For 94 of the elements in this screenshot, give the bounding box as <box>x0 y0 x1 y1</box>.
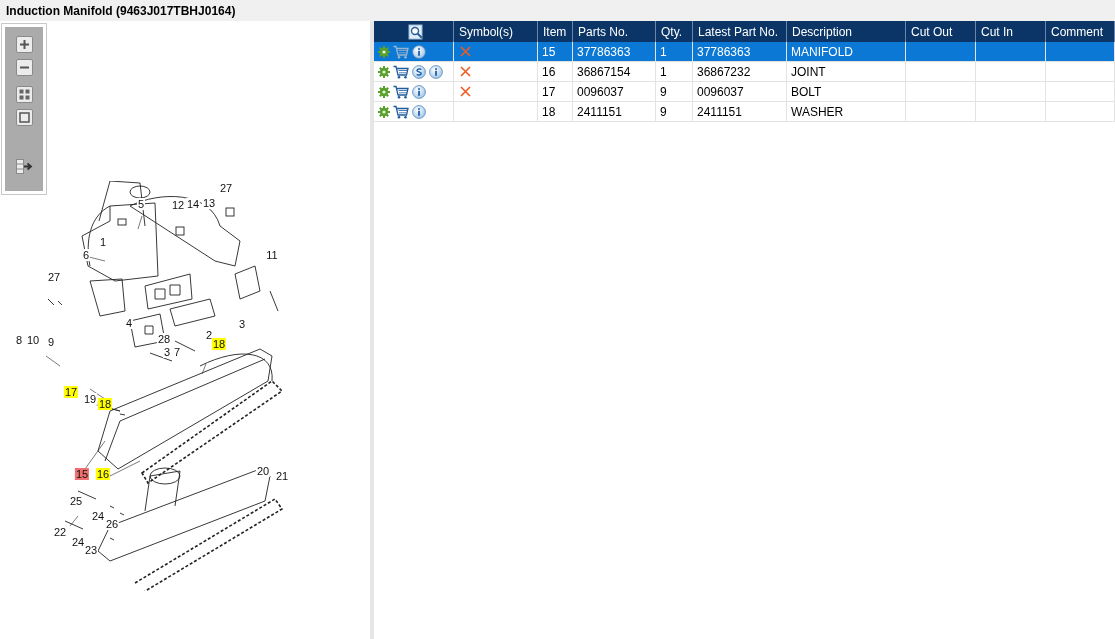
table-cell: JOINT <box>787 62 906 82</box>
callout-number[interactable]: 13 <box>201 197 217 209</box>
column-header[interactable]: Qty. <box>656 21 693 42</box>
callout-number[interactable]: 27 <box>46 271 62 283</box>
info-icon[interactable] <box>412 44 426 59</box>
zoom-out-icon[interactable] <box>15 59 33 76</box>
table-cell <box>906 42 976 62</box>
callout-number[interactable]: 22 <box>52 526 68 538</box>
callout-number[interactable]: 12 <box>170 199 186 211</box>
table-cell: 2411151 <box>573 102 656 122</box>
column-header[interactable]: Parts No. <box>573 21 656 42</box>
table-cell <box>976 102 1046 122</box>
column-header[interactable]: Comment <box>1046 21 1115 42</box>
table-cell: 0096037 <box>573 82 656 102</box>
table-cell <box>976 42 1046 62</box>
callout-number[interactable]: 18 <box>211 338 227 350</box>
zoom-in-icon[interactable] <box>15 36 33 53</box>
document-search-icon[interactable] <box>408 23 424 40</box>
supersession-icon[interactable] <box>412 64 426 79</box>
table-cell: 0096037 <box>693 82 787 102</box>
cart-icon[interactable] <box>393 104 409 119</box>
callout-number[interactable]: 9 <box>46 336 56 348</box>
column-header[interactable]: Latest Part No. <box>693 21 787 42</box>
table-cell: 18 <box>538 102 573 122</box>
callout-number[interactable]: 5 <box>136 198 146 210</box>
callout-number[interactable]: 19 <box>82 393 98 405</box>
table-cell: 36867154 <box>573 62 656 82</box>
gear-icon[interactable] <box>378 105 390 118</box>
actual-size-icon[interactable] <box>15 109 33 126</box>
gear-icon[interactable] <box>378 65 390 78</box>
callout-number[interactable]: 16 <box>95 468 111 480</box>
callout-number[interactable]: 2 <box>204 329 214 341</box>
table-cell <box>906 82 976 102</box>
cross-icon <box>460 66 471 77</box>
table-cell: 1 <box>656 62 693 82</box>
callout-number[interactable]: 28 <box>156 333 172 345</box>
cart-icon[interactable] <box>393 64 409 79</box>
info-icon[interactable] <box>429 64 443 79</box>
callout-number[interactable]: 3 <box>162 346 172 358</box>
table-cell: 15 <box>538 42 573 62</box>
export-icon[interactable] <box>15 158 33 175</box>
table-cell <box>1046 82 1115 102</box>
callout-number[interactable]: 26 <box>104 518 120 530</box>
gear-icon[interactable] <box>378 85 390 98</box>
table-cell: 2411151 <box>693 102 787 122</box>
table-cell <box>1046 42 1115 62</box>
table-cell: 9 <box>656 102 693 122</box>
cart-icon[interactable] <box>393 84 409 99</box>
info-icon[interactable] <box>412 104 426 119</box>
callout-number[interactable]: 25 <box>68 495 84 507</box>
table-cell <box>906 62 976 82</box>
callout-number[interactable]: 23 <box>83 544 99 556</box>
table-cell <box>1046 62 1115 82</box>
cross-icon <box>460 86 471 97</box>
table-cell: 37786363 <box>573 42 656 62</box>
column-header[interactable]: Description <box>787 21 906 42</box>
callout-number[interactable]: 11 <box>265 249 279 261</box>
info-icon[interactable] <box>412 84 426 99</box>
fit-view-icon[interactable] <box>15 86 33 103</box>
callout-number[interactable]: 4 <box>124 317 134 329</box>
callout-number[interactable]: 21 <box>274 470 290 482</box>
callout-number[interactable]: 20 <box>255 465 271 477</box>
callout-number[interactable]: 24 <box>90 510 106 522</box>
table-cell <box>976 82 1046 102</box>
callout-number[interactable]: 14 <box>185 198 201 210</box>
callout-number[interactable]: 18 <box>97 398 113 410</box>
column-header[interactable]: Cut Out <box>906 21 976 42</box>
column-header[interactable]: Cut In <box>976 21 1046 42</box>
table-cell: WASHER <box>787 102 906 122</box>
table-cell: BOLT <box>787 82 906 102</box>
table-cell <box>906 102 976 122</box>
callout-number[interactable]: 6 <box>81 249 91 261</box>
callout-number[interactable]: 1 <box>98 236 108 248</box>
table-cell: MANIFOLD <box>787 42 906 62</box>
callout-number[interactable]: 17 <box>63 386 79 398</box>
callout-number[interactable]: 24 <box>70 536 86 548</box>
callout-number[interactable]: 8 <box>14 334 24 346</box>
table-cell: 1 <box>656 42 693 62</box>
callout-number[interactable]: 3 <box>237 318 247 330</box>
callout-number[interactable]: 10 <box>25 334 41 346</box>
callout-number[interactable]: 15 <box>74 468 90 480</box>
table-cell: 36867232 <box>693 62 787 82</box>
table-cell: 17 <box>538 82 573 102</box>
gear-icon[interactable] <box>378 45 390 58</box>
column-header[interactable]: Symbol(s) <box>454 21 538 42</box>
table-cell: 16 <box>538 62 573 82</box>
callout-number[interactable]: 7 <box>172 346 182 358</box>
column-header[interactable]: Item <box>538 21 573 42</box>
cross-icon <box>460 46 471 57</box>
table-cell: 37786363 <box>693 42 787 62</box>
table-cell: 9 <box>656 82 693 102</box>
window-title: Induction Manifold (9463J017TBHJ0164) <box>6 3 236 18</box>
table-cell <box>976 62 1046 82</box>
callout-number[interactable]: 27 <box>218 182 234 194</box>
